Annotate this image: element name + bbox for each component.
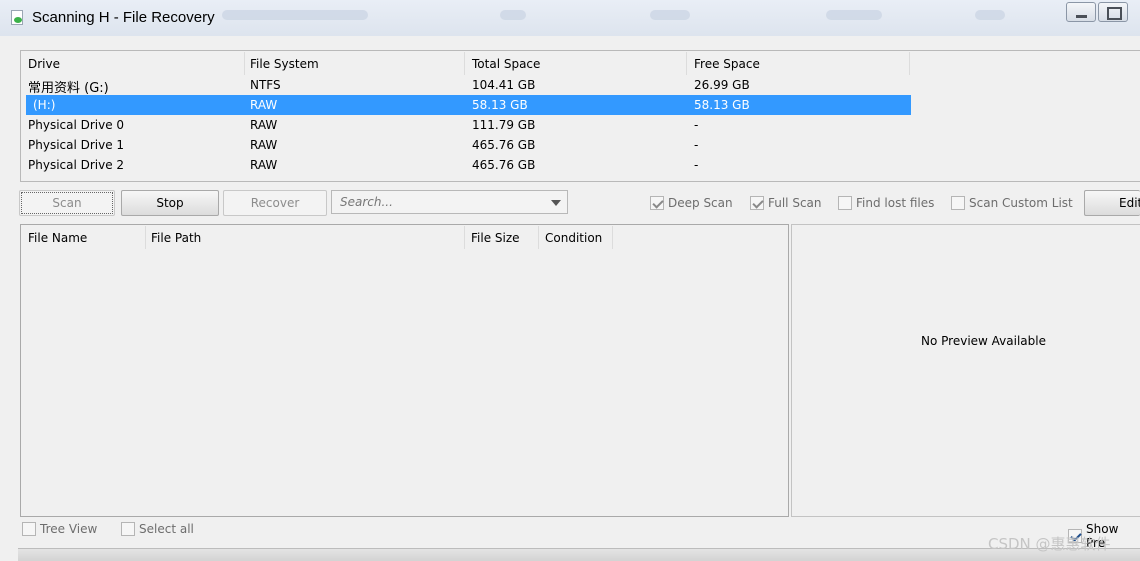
checkbox-unchecked-icon[interactable] — [838, 196, 852, 210]
drive-row[interactable]: Physical Drive 0 RAW 111.79 GB - — [26, 115, 911, 135]
column-header-total-space[interactable]: Total Space — [465, 52, 687, 75]
status-bar — [18, 548, 1140, 561]
title-bar[interactable]: Scanning H - File Recovery — [0, 0, 1140, 36]
full-scan-label: Full Scan — [768, 196, 822, 210]
tree-view-label: Tree View — [40, 522, 98, 536]
drive-free-space: - — [694, 138, 699, 152]
blurred-title-text — [650, 10, 690, 20]
drive-total-space: 111.79 GB — [472, 118, 536, 132]
drive-total-space: 465.76 GB — [472, 138, 536, 152]
tree-view-checkbox[interactable]: Tree View — [22, 522, 97, 536]
column-header-file-system[interactable]: File System — [243, 52, 465, 75]
app-icon — [11, 10, 23, 25]
drive-total-space: 58.13 GB — [472, 98, 528, 112]
drive-name: Physical Drive 1 — [28, 138, 125, 152]
drive-name: 常用资料 (G:) — [28, 81, 109, 96]
drive-free-space: - — [694, 158, 699, 172]
drive-row-selected[interactable]: (H:) RAW 58.13 GB 58.13 GB — [26, 95, 911, 115]
checkbox-unchecked-icon[interactable] — [22, 522, 36, 536]
window-title: Scanning H - File Recovery — [32, 9, 215, 26]
drive-row[interactable]: 常用资料 (G:) NTFS 104.41 GB 26.99 GB — [26, 75, 911, 96]
watermark: CSDN @惠惠软件 — [988, 535, 1111, 553]
full-scan-checkbox[interactable]: Full Scan — [750, 196, 822, 210]
drive-name: (H:) — [33, 98, 56, 112]
dropdown-arrow-icon[interactable] — [551, 200, 561, 206]
blurred-title-text — [975, 10, 1005, 20]
search-input[interactable] — [332, 191, 542, 213]
blurred-title-text — [222, 10, 368, 20]
drive-file-system: RAW — [250, 118, 278, 132]
drive-free-space: - — [694, 118, 699, 132]
checkbox-unchecked-icon[interactable] — [121, 522, 135, 536]
drive-row[interactable]: Physical Drive 2 RAW 465.76 GB - — [26, 155, 911, 175]
drive-file-system: RAW — [250, 138, 278, 152]
scan-custom-list-checkbox[interactable]: Scan Custom List — [951, 196, 1073, 210]
checkbox-checked-icon[interactable] — [750, 196, 764, 210]
drive-total-space: 465.76 GB — [472, 158, 536, 172]
drive-file-system: RAW — [250, 158, 278, 172]
drive-name: Physical Drive 2 — [28, 158, 125, 172]
preview-panel: No Preview Available — [791, 224, 1140, 517]
recover-button[interactable]: Recover — [223, 190, 327, 216]
find-lost-files-checkbox[interactable]: Find lost files — [838, 196, 934, 210]
file-list[interactable]: File Name File Path File Size Condition — [20, 224, 789, 517]
checkbox-unchecked-icon[interactable] — [951, 196, 965, 210]
deep-scan-checkbox[interactable]: Deep Scan — [650, 196, 733, 210]
minimize-button[interactable] — [1066, 2, 1096, 22]
select-all-checkbox[interactable]: Select all — [121, 522, 194, 536]
drive-row[interactable]: Physical Drive 1 RAW 465.76 GB - — [26, 135, 911, 155]
drive-free-space: 26.99 GB — [694, 78, 750, 92]
search-combobox[interactable] — [331, 190, 568, 214]
blurred-title-text — [500, 10, 526, 20]
find-lost-files-label: Find lost files — [856, 196, 935, 210]
column-header-file-path[interactable]: File Path — [144, 226, 465, 249]
column-header-free-space[interactable]: Free Space — [687, 52, 910, 75]
maximize-button[interactable] — [1098, 2, 1128, 22]
column-header-file-name[interactable]: File Name — [21, 226, 146, 249]
drive-free-space: 58.13 GB — [694, 98, 750, 112]
column-header-condition[interactable]: Condition — [538, 226, 613, 249]
drive-list[interactable]: Drive File System Total Space Free Space… — [20, 50, 1140, 182]
column-header-drive[interactable]: Drive — [21, 52, 245, 75]
no-preview-text: No Preview Available — [921, 334, 1046, 348]
drive-file-system: NTFS — [250, 78, 281, 92]
blurred-title-text — [826, 10, 882, 20]
drive-total-space: 104.41 GB — [472, 78, 536, 92]
select-all-label: Select all — [139, 522, 194, 536]
checkbox-checked-icon[interactable] — [650, 196, 664, 210]
stop-button[interactable]: Stop — [121, 190, 219, 216]
drive-file-system: RAW — [250, 98, 278, 112]
scan-custom-list-label: Scan Custom List — [969, 196, 1073, 210]
edit-button[interactable]: Edit — [1084, 190, 1140, 216]
drive-name: Physical Drive 0 — [28, 118, 125, 132]
column-header-file-size[interactable]: File Size — [464, 226, 539, 249]
deep-scan-label: Deep Scan — [668, 196, 733, 210]
scan-button[interactable]: Scan — [19, 190, 115, 216]
